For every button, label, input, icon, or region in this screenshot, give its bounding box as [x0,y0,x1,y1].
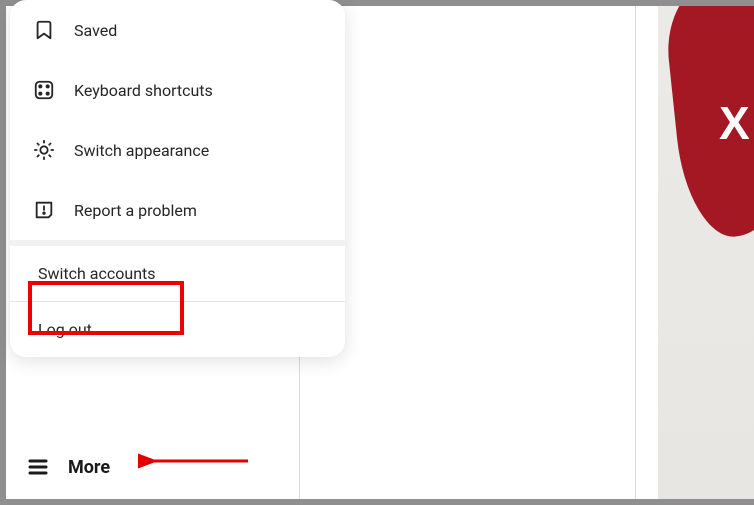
menu-item-label: Saved [74,21,117,40]
menu-item-label: Log out [38,320,92,339]
menu-item-label: Switch appearance [74,141,209,160]
bookmark-icon [32,18,56,42]
hamburger-icon [26,455,50,479]
keyboard-icon [32,78,56,102]
menu-item-label: Keyboard shortcuts [74,81,213,100]
feed-image: X [658,6,754,499]
menu-item-label: Report a problem [74,201,197,220]
more-menu-popup: Saved Keyboard shortcuts Switch appearan… [10,0,345,357]
menu-item-saved[interactable]: Saved [10,0,345,60]
sun-icon [32,138,56,162]
content-area: X [300,6,748,499]
menu-item-switch-accounts[interactable]: Switch accounts [10,246,345,301]
menu-item-report-problem[interactable]: Report a problem [10,180,345,240]
more-label: More [68,457,110,478]
menu-item-keyboard-shortcuts[interactable]: Keyboard shortcuts [10,60,345,120]
more-button[interactable]: More [26,455,110,479]
sidebar: Saved Keyboard shortcuts Switch appearan… [6,6,300,499]
content-divider [635,6,636,499]
alert-icon [32,198,56,222]
menu-item-label: Switch accounts [38,264,156,283]
menu-item-logout[interactable]: Log out [10,302,345,357]
menu-item-switch-appearance[interactable]: Switch appearance [10,120,345,180]
